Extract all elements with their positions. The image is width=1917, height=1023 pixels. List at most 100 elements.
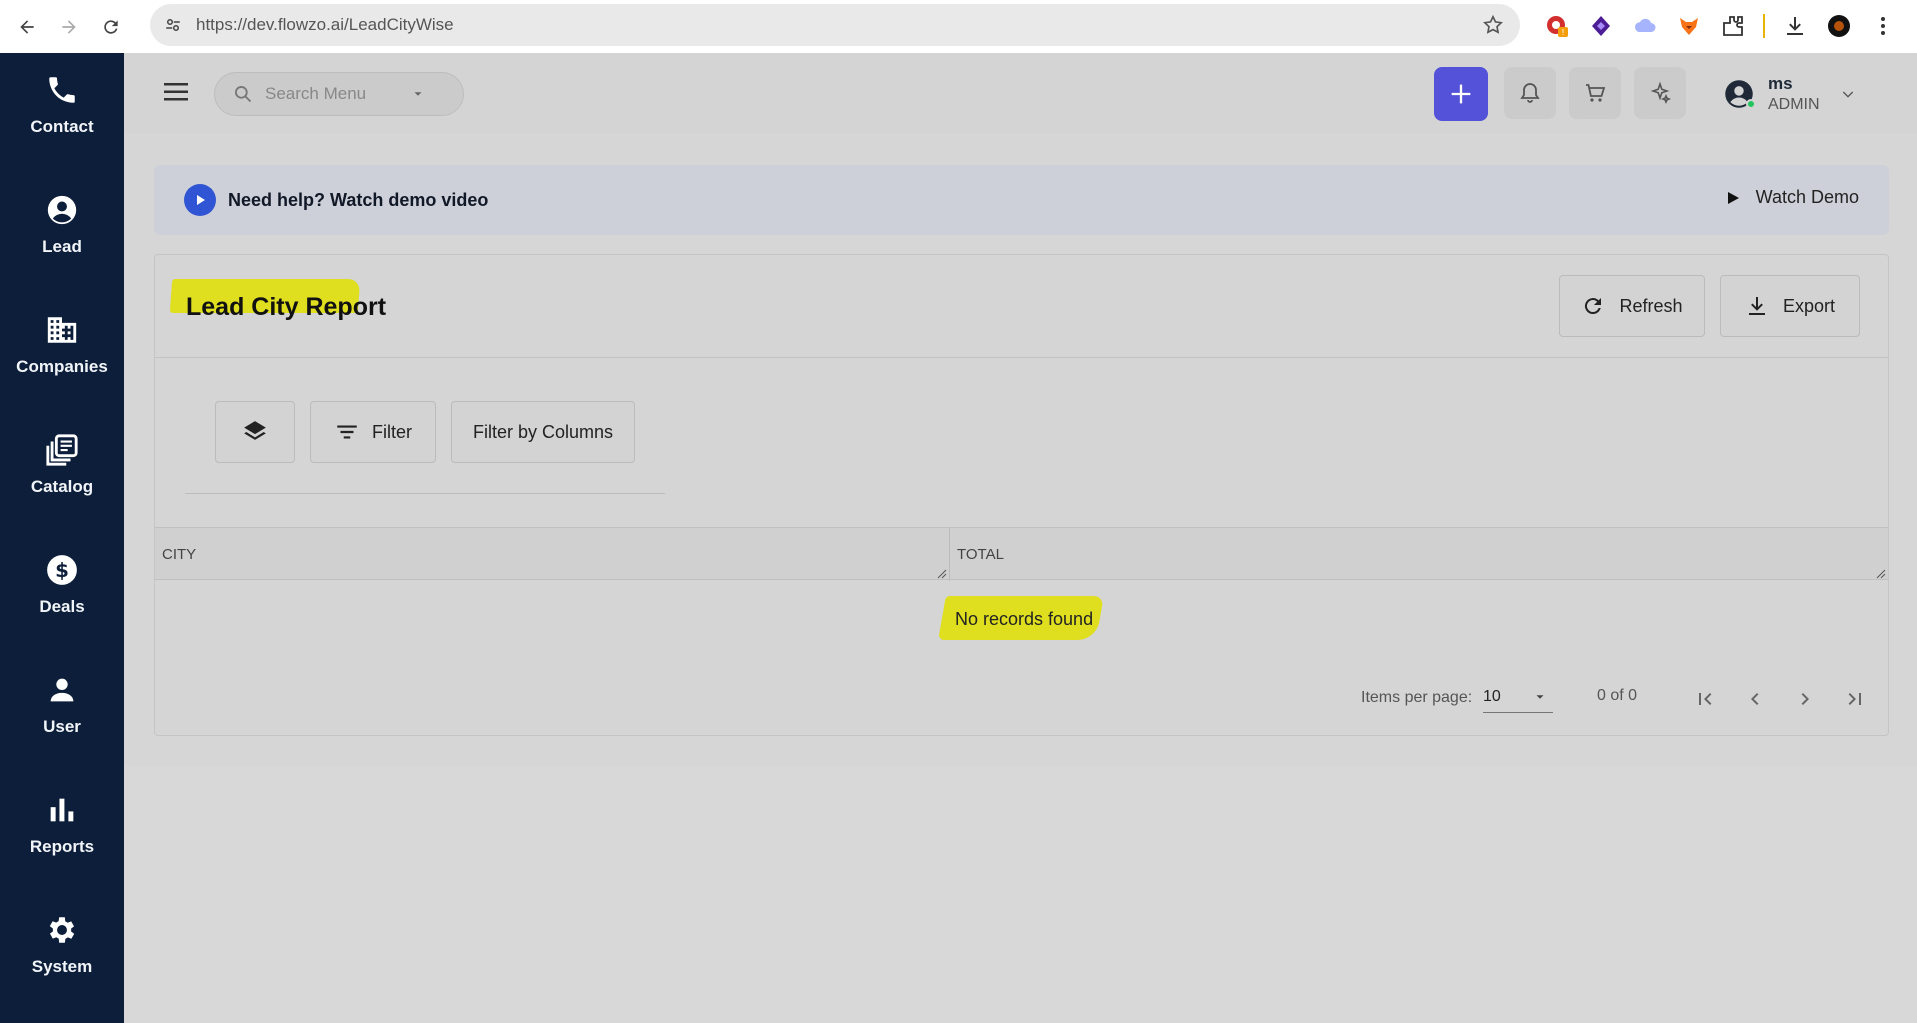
report-card: Lead City Report Refresh Export Filter F… [154,254,1889,736]
sidebar: Contact Lead Companies Catalog $ Deals U… [0,53,124,1023]
sidebar-item-reports[interactable]: Reports [0,773,124,883]
last-page-icon [1848,693,1861,705]
sidebar-item-lead[interactable]: Lead [0,173,124,283]
address-bar[interactable]: https://dev.flowzo.ai/LeadCityWise [150,4,1520,46]
extension-badge-icon: ! [1547,16,1568,37]
layers-icon [244,421,266,440]
app-header: ms ADMIN [124,53,1917,133]
range-label: 0 of 0 [1597,687,1638,704]
person-icon [50,678,74,702]
paginator: Items per page: 10 0 of 0 [155,675,1888,725]
profile-button[interactable] [1817,11,1861,41]
forward-button[interactable] [54,12,84,42]
extensions-row: ! [1535,11,1905,41]
export-label: Export [1782,295,1836,316]
dollar-circle-icon: $ [47,555,77,585]
export-button[interactable]: Export [1720,275,1860,337]
reload-button[interactable] [96,12,126,42]
toolbar-divider [1763,14,1765,38]
chevron-down-icon[interactable] [411,87,425,101]
user-role: ADMIN [1768,96,1820,113]
refresh-button[interactable]: Refresh [1559,275,1705,337]
diamond-extension-icon [1592,16,1610,36]
extension-3[interactable] [1623,11,1667,41]
items-per-page-select[interactable]: 10 [1483,681,1553,713]
arrow-left-icon [20,19,34,34]
account-circle-icon [47,195,77,225]
download-icon [1787,17,1803,35]
chevron-right-icon [1801,693,1809,705]
column-header-total[interactable]: TOTAL [950,528,1888,581]
first-page-button[interactable] [1685,679,1725,719]
arrow-right-icon [62,19,76,34]
browser-toolbar: https://dev.flowzo.ai/LeadCityWise ! [0,0,1917,53]
next-page-button[interactable] [1785,679,1825,719]
cart-icon [1586,84,1606,102]
column-header-city[interactable]: CITY [155,528,950,581]
site-settings-icon[interactable] [162,14,184,36]
sidebar-item-label: Catalog [30,477,94,496]
first-page-icon [1699,693,1712,705]
resize-handle-icon[interactable] [937,569,947,579]
sidebar-item-deals[interactable]: $ Deals [0,533,124,643]
filter-icon [337,425,357,439]
profile-avatar-icon [1828,15,1850,37]
filter-button[interactable]: Filter [310,401,436,463]
building-icon [47,317,77,343]
play-circle-icon[interactable] [184,184,216,216]
sparkle-icon [1650,81,1672,105]
last-page-button[interactable] [1835,679,1875,719]
online-status-dot [1746,99,1756,109]
refresh-label: Refresh [1619,295,1683,316]
sidebar-item-contact[interactable]: Contact [0,53,124,163]
layers-button[interactable] [215,401,295,463]
svg-text:!: ! [1561,28,1564,37]
bookmark-star-icon[interactable] [1482,14,1504,36]
sidebar-item-system[interactable]: System [0,893,124,1003]
download-icon [1748,297,1765,315]
sidebar-item-label: User [43,717,81,736]
sidebar-item-user[interactable]: User [0,653,124,763]
sidebar-item-companies[interactable]: Companies [0,293,124,403]
previous-page-button[interactable] [1735,679,1775,719]
watch-demo-button[interactable]: Watch Demo [1726,187,1859,208]
notifications-button[interactable] [1504,67,1556,119]
sidebar-item-catalog[interactable]: Catalog [0,413,124,523]
chevron-down-icon[interactable] [1840,86,1856,102]
extension-2[interactable] [1579,11,1623,41]
plus-icon [1451,84,1471,104]
bar-chart-icon [50,798,74,822]
help-text: Need help? Watch demo video [228,189,489,210]
back-button[interactable] [12,12,42,42]
sidebar-item-label: Companies [16,357,108,376]
extension-4[interactable] [1667,11,1711,41]
sidebar-item-label: Contact [30,117,94,136]
downloads-button[interactable] [1773,11,1817,41]
search-input[interactable] [265,84,405,104]
extension-1[interactable]: ! [1535,11,1579,41]
sidebar-item-label: System [31,957,93,976]
extensions-menu[interactable] [1711,11,1755,41]
chevron-down-icon [1536,694,1544,699]
user-name: ms [1768,74,1793,93]
ai-sparkle-button[interactable] [1634,67,1686,119]
content-background [124,766,1917,1023]
gear-icon [49,917,75,943]
search-menu[interactable] [214,72,464,116]
filter-by-columns-button[interactable]: Filter by Columns [451,401,635,463]
empty-message: No records found [955,609,1094,629]
cart-button[interactable] [1569,67,1621,119]
help-banner: Need help? Watch demo video Watch Demo [154,165,1889,235]
resize-handle-icon[interactable] [1876,569,1886,579]
watch-demo-label: Watch Demo [1755,187,1859,207]
report-toolbar: Filter Filter by Columns [185,358,665,494]
bell-icon [1520,83,1540,103]
report-header: Lead City Report Refresh Export [155,255,1888,358]
menu-icon[interactable] [164,81,190,103]
user-menu[interactable]: ms ADMIN [1724,71,1874,117]
browser-menu-button[interactable] [1861,11,1905,41]
sidebar-item-label: Deals [39,597,85,616]
sidebar-item-label: Reports [29,837,95,856]
sidebar-item-label: Lead [42,237,82,256]
quick-add-button[interactable] [1434,67,1488,121]
